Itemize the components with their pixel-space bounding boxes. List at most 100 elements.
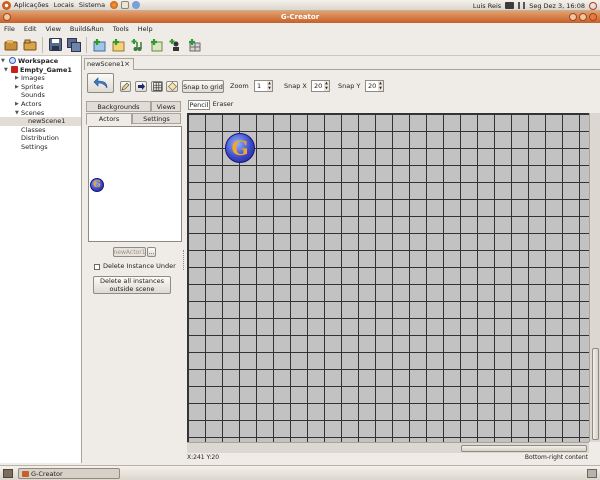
delete-outside-scene-button[interactable]: Delete all instances outside scene <box>93 276 171 294</box>
power-icon[interactable] <box>589 1 597 10</box>
undo-arrow-icon <box>93 77 107 89</box>
panel-splitter-handle[interactable] <box>183 250 185 270</box>
tree-item-label: Settings <box>21 142 48 151</box>
add-image-button[interactable] <box>91 37 107 53</box>
tree-item-images[interactable]: ▶ Images <box>0 74 81 83</box>
new-project-icon <box>4 39 18 50</box>
window-menu-icon[interactable] <box>3 13 11 21</box>
spinner-arrows-icon[interactable]: ▲ ▼ <box>378 81 383 91</box>
clock[interactable]: Seg Dez 3, 16:08 <box>529 2 585 10</box>
show-grid-button[interactable] <box>151 81 163 92</box>
vertical-scrollbar[interactable] <box>589 113 600 442</box>
spinner-arrows-icon[interactable]: ▲ ▼ <box>324 81 329 91</box>
snap-to-grid-button[interactable]: Snap to grid <box>182 80 224 93</box>
select-arrow-button[interactable] <box>135 81 147 92</box>
close-tab-icon[interactable]: × <box>124 59 130 70</box>
delete-instance-under-label: Delete Instance Under <box>103 262 176 270</box>
browse-button[interactable]: ... <box>147 247 156 257</box>
menu-applications[interactable]: Aplicações <box>14 1 49 9</box>
menu-system[interactable]: Sistema <box>79 1 105 9</box>
scene-canvas[interactable]: G <box>187 113 589 442</box>
minimize-icon[interactable] <box>569 13 577 21</box>
add-sprite-button[interactable] <box>110 37 126 53</box>
taskbar-window-label: G-Creator <box>31 470 63 478</box>
collapse-arrow-icon[interactable]: ▼ <box>1 57 5 66</box>
save-all-button[interactable] <box>66 37 82 53</box>
user-name[interactable]: Luis Reis <box>473 2 501 10</box>
mail-icon[interactable] <box>121 1 130 9</box>
tab-pencil[interactable]: Pencil <box>188 100 210 110</box>
undo-button[interactable] <box>87 73 114 93</box>
tree-item-scenes[interactable]: ▼ Scenes <box>0 109 81 118</box>
menu-help[interactable]: Help <box>138 25 153 33</box>
open-project-button[interactable] <box>22 37 38 53</box>
tab-actors[interactable]: Actors <box>86 113 132 125</box>
collapse-arrow-icon[interactable]: ▼ <box>15 109 19 118</box>
cursor-coordinates: X:241 Y:20 <box>187 454 220 461</box>
tree-item-newscene1[interactable]: newScene1 <box>0 117 81 126</box>
horizontal-scrollbar[interactable] <box>187 442 589 453</box>
tab-label: Actors <box>98 115 120 123</box>
tab-backgrounds[interactable]: Backgrounds <box>86 101 151 112</box>
expand-arrow-icon[interactable]: ▶ <box>15 74 19 83</box>
taskbar-window-button[interactable]: G-Creator <box>18 468 120 479</box>
tab-newscene1[interactable]: newScene1 × <box>84 58 134 70</box>
tab-settings[interactable]: Settings <box>132 113 181 124</box>
menu-tools[interactable]: Tools <box>113 25 129 33</box>
tab-views[interactable]: Views <box>151 101 181 112</box>
fill-tool-button[interactable] <box>166 81 178 92</box>
menu-view[interactable]: View <box>45 25 60 33</box>
save-icon <box>48 38 62 51</box>
tab-eraser[interactable]: Eraser <box>211 100 235 110</box>
add-scene-button[interactable] <box>186 37 202 53</box>
top-panel: Aplicações Locais Sistema Luis Reis Seg … <box>0 0 600 11</box>
edit-tool-button[interactable] <box>120 81 131 92</box>
actor-instance[interactable]: G <box>225 133 255 163</box>
ubuntu-logo-icon[interactable] <box>2 0 11 10</box>
tree-item-settings[interactable]: Settings <box>0 143 81 152</box>
menu-edit[interactable]: Edit <box>24 25 37 33</box>
zoom-spinner[interactable]: 1 ▲ ▼ <box>254 80 273 92</box>
delete-instance-under-checkbox[interactable] <box>94 264 100 270</box>
spinner-arrows-icon[interactable]: ▲ ▼ <box>267 81 272 91</box>
new-project-button[interactable] <box>3 37 19 53</box>
maximize-icon[interactable] <box>579 13 587 21</box>
window-title-bar[interactable]: G-Creator <box>0 11 600 23</box>
tree-item-sprites[interactable]: ▶ Sprites <box>0 83 81 92</box>
add-sound-button[interactable] <box>129 37 145 53</box>
arrow-right-icon <box>137 83 145 90</box>
zoom-value: 1 <box>257 82 262 90</box>
menu-build-run[interactable]: Build&Run <box>70 25 104 33</box>
add-actor-button[interactable] <box>148 37 164 53</box>
network-icon[interactable] <box>505 2 515 9</box>
tree-item-classes[interactable]: Classes <box>0 126 81 135</box>
tree-item-distribution[interactable]: Distribution <box>0 134 81 143</box>
save-button[interactable] <box>47 37 63 53</box>
menu-bar: File Edit View Build&Run Tools Help <box>0 23 600 34</box>
expand-arrow-icon[interactable]: ▶ <box>15 83 19 92</box>
actor-thumbnail[interactable]: G <box>90 178 104 192</box>
actors-list[interactable]: G <box>88 126 182 242</box>
vertical-scroll-thumb[interactable] <box>592 348 599 440</box>
expand-arrow-icon[interactable]: ▶ <box>15 100 19 109</box>
tree-item-actors[interactable]: ▶ Actors <box>0 100 81 109</box>
horizontal-scroll-thumb[interactable] <box>461 445 587 452</box>
add-class-button[interactable] <box>167 37 183 53</box>
menu-places[interactable]: Locais <box>54 1 74 9</box>
new-actor-button[interactable]: newActor1 <box>113 247 146 257</box>
collapse-arrow-icon[interactable]: ▼ <box>4 66 8 75</box>
help-icon[interactable] <box>132 1 141 9</box>
trash-icon[interactable] <box>587 469 597 478</box>
show-desktop-icon[interactable] <box>3 469 13 478</box>
firefox-icon[interactable] <box>110 1 119 9</box>
snap-x-value: 20 <box>314 82 323 90</box>
tree-root-workspace[interactable]: ▼ Workspace <box>0 57 81 66</box>
volume-icon[interactable] <box>518 2 526 9</box>
tree-item-game[interactable]: ▼ Empty_Game1 <box>0 65 81 75</box>
button-label-line2: outside scene <box>109 285 155 293</box>
tree-item-sounds[interactable]: Sounds <box>0 91 81 100</box>
snap-x-spinner[interactable]: 20 ▲ ▼ <box>311 80 330 92</box>
menu-file[interactable]: File <box>4 25 15 33</box>
snap-y-spinner[interactable]: 20 ▲ ▼ <box>365 80 384 92</box>
close-window-icon[interactable] <box>589 13 597 21</box>
